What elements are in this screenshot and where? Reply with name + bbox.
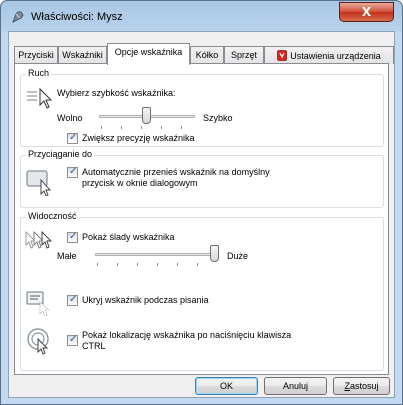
window-title: Właściwości: Mysz bbox=[31, 11, 123, 23]
pointer-trails-icon bbox=[25, 230, 53, 249]
trail-tick bbox=[117, 263, 118, 266]
trails-long-label: Duże bbox=[227, 251, 249, 261]
trails-checkbox[interactable]: ✓ bbox=[67, 231, 78, 243]
cancel-button[interactable]: Anuluj bbox=[264, 377, 327, 395]
visibility-group: Widoczność ✓ Pokaż ślady wskaźnika Małe bbox=[20, 211, 384, 371]
pointer-speed-icon bbox=[27, 87, 53, 109]
check-icon: ✓ bbox=[69, 294, 78, 305]
snap-to-checkbox[interactable]: ✓ bbox=[67, 166, 78, 178]
tab-device-settings[interactable]: Ustawienia urządzenia bbox=[264, 46, 394, 64]
motion-group-label: Ruch bbox=[26, 68, 52, 78]
hide-while-typing-label: Ukryj wskaźnik podczas pisania bbox=[82, 295, 209, 305]
show-location-ctrl-checkbox[interactable]: ✓ bbox=[67, 334, 78, 346]
speed-tick bbox=[141, 126, 142, 129]
trail-slider-track[interactable] bbox=[95, 253, 215, 256]
speed-prompt-label: Wybierz szybkość wskaźnika: bbox=[57, 88, 176, 98]
pointer-options-panel: Ruch Wybierz szybkość wskaźnika: Wolno S… bbox=[14, 63, 389, 375]
speed-tick bbox=[161, 126, 162, 129]
trail-tick bbox=[137, 263, 138, 266]
motion-group: Ruch Wybierz szybkość wskaźnika: Wolno S… bbox=[20, 68, 384, 147]
trail-tick bbox=[177, 263, 178, 266]
show-location-ctrl-icon bbox=[27, 328, 49, 355]
speed-tick bbox=[101, 126, 102, 129]
apply-button[interactable]: Zastosuj bbox=[333, 377, 390, 395]
precision-checkbox[interactable]: ✓ bbox=[67, 132, 78, 144]
show-location-label-line1: Pokaż lokalizację wskaźnika po naciśnięc… bbox=[82, 330, 292, 340]
show-location-label-line2: CTRL bbox=[82, 341, 106, 351]
trail-tick bbox=[157, 263, 158, 266]
tab-hardware[interactable]: Sprzęt bbox=[224, 46, 264, 64]
precision-label: Zwiększ precyzję wskaźnika bbox=[82, 133, 195, 143]
check-icon: ✓ bbox=[69, 231, 78, 242]
title-bar[interactable]: Właściwości: Mysz X bbox=[1, 1, 402, 31]
speed-tick bbox=[181, 126, 182, 129]
dialog-client-area: Przyciski Wskaźniki Opcje wskaźnika Kółk… bbox=[8, 31, 395, 398]
check-icon: ✓ bbox=[69, 132, 78, 143]
visibility-group-label: Widoczność bbox=[26, 211, 79, 221]
check-icon: ✓ bbox=[69, 166, 78, 177]
check-icon: ✓ bbox=[69, 334, 78, 345]
speed-fast-label: Szybko bbox=[203, 113, 233, 123]
tab-wheel[interactable]: Kółko bbox=[190, 46, 224, 64]
mouse-app-icon bbox=[12, 11, 24, 23]
speed-tick bbox=[121, 126, 122, 129]
trails-short-label: Małe bbox=[57, 251, 77, 261]
snap-to-group: Przyciąganie do ✓ Automatycznie przenieś… bbox=[20, 149, 384, 208]
tab-buttons[interactable]: Przyciski bbox=[14, 46, 58, 64]
trail-tick bbox=[97, 263, 98, 266]
snap-label-line2: przycisk w oknie dialogowym bbox=[82, 178, 198, 188]
mouse-properties-window: Właściwości: Mysz X Przyciski Wskaźniki … bbox=[0, 0, 403, 405]
ok-button[interactable]: OK bbox=[195, 377, 258, 395]
trail-tick bbox=[197, 263, 198, 266]
snap-group-label: Przyciąganie do bbox=[26, 149, 95, 159]
tab-pointer-options[interactable]: Opcje wskaźnika bbox=[107, 43, 190, 65]
close-button[interactable]: X bbox=[339, 2, 394, 22]
speed-slider-thumb[interactable] bbox=[142, 107, 151, 124]
trail-slider-thumb[interactable] bbox=[210, 245, 219, 262]
device-settings-icon bbox=[277, 50, 288, 61]
hide-while-typing-checkbox[interactable]: ✓ bbox=[67, 294, 78, 306]
tab-pointers[interactable]: Wskaźniki bbox=[58, 46, 107, 64]
snap-label-line1: Automatycznie przenieś wskaźnik na domyś… bbox=[82, 167, 270, 177]
hide-while-typing-icon bbox=[26, 291, 51, 316]
snap-to-default-button-icon bbox=[26, 170, 52, 196]
trails-label: Pokaż ślady wskaźnika bbox=[82, 232, 175, 242]
close-icon: X bbox=[361, 5, 372, 19]
speed-slow-label: Wolno bbox=[57, 113, 83, 123]
